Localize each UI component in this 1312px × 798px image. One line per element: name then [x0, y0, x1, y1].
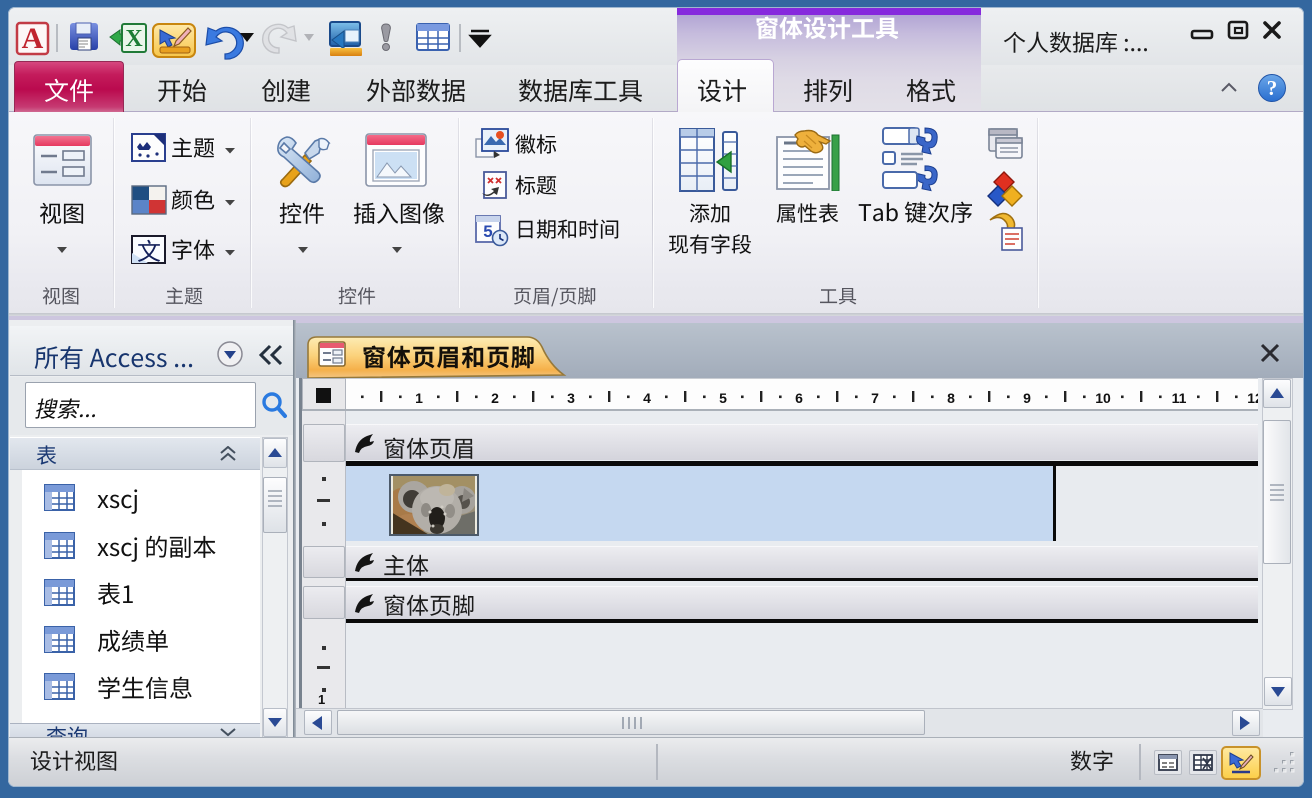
svg-text:6: 6: [795, 390, 803, 406]
svg-text:4: 4: [643, 390, 651, 406]
svg-text:7: 7: [871, 390, 879, 406]
svg-text:X: X: [125, 26, 143, 52]
svg-text:3: 3: [567, 390, 575, 406]
svg-text:1: 1: [415, 390, 423, 406]
svg-text:8: 8: [947, 390, 955, 406]
svg-text:12: 12: [1247, 390, 1258, 406]
svg-text:9: 9: [1023, 390, 1031, 406]
svg-text:5: 5: [483, 222, 492, 241]
svg-text:5: 5: [719, 390, 727, 406]
svg-text:A: A: [22, 22, 44, 55]
svg-text:2: 2: [491, 390, 499, 406]
svg-text:10: 10: [1095, 390, 1111, 406]
svg-text:11: 11: [1172, 390, 1187, 406]
